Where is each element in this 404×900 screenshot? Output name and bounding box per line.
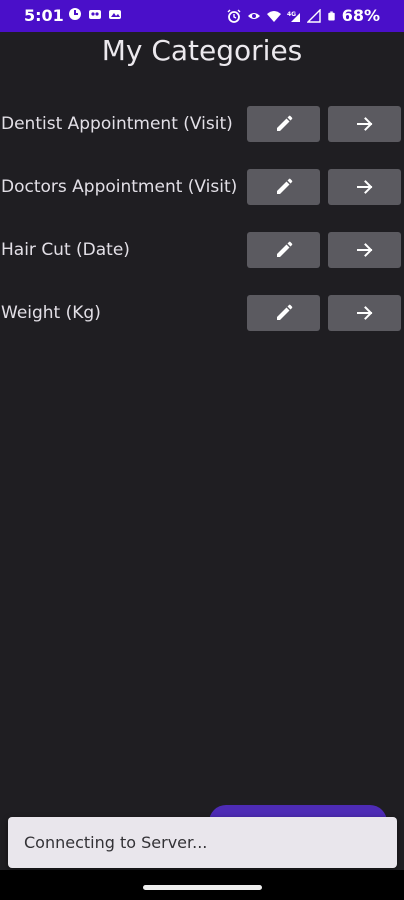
status-left-icons [68, 7, 122, 21]
open-category-button[interactable] [328, 295, 401, 331]
arrow-right-icon [356, 243, 372, 257]
photos-icon [89, 10, 101, 19]
network-label: 4G [287, 11, 296, 18]
open-category-button[interactable] [328, 232, 401, 268]
category-label: Dentist Appointment (Visit) [1, 114, 233, 134]
eye-icon [247, 12, 260, 19]
status-right: 4G 68% [227, 6, 380, 25]
signal-4g-icon: 4G [287, 11, 300, 22]
alarm-icon [227, 9, 241, 23]
open-category-button[interactable] [328, 106, 401, 142]
arrow-right-icon [356, 306, 372, 320]
snackbar: Connecting to Server... [8, 817, 397, 868]
wifi-icon [266, 10, 281, 22]
category-row: Doctors Appointment (Visit) [0, 169, 404, 205]
edit-category-button[interactable] [247, 232, 320, 268]
page-title: My Categories [101, 34, 303, 67]
category-row: Dentist Appointment (Visit) [0, 106, 404, 142]
category-row: Weight (Kg) [0, 295, 404, 331]
arrow-right-icon [356, 117, 372, 131]
photos-icon [109, 10, 121, 19]
edit-category-button[interactable] [247, 169, 320, 205]
system-nav-bar [0, 870, 404, 900]
pencil-icon [276, 178, 292, 194]
signal-icon [306, 8, 321, 23]
home-gesture-handle[interactable] [143, 885, 262, 890]
category-label: Doctors Appointment (Visit) [1, 177, 238, 197]
category-label: Weight (Kg) [1, 303, 101, 323]
pencil-icon [276, 115, 292, 131]
edit-category-button[interactable] [247, 106, 320, 142]
category-label: Hair Cut (Date) [1, 240, 130, 260]
edit-category-button[interactable] [247, 295, 320, 331]
status-bar: 5:01 4G 68% [0, 0, 404, 32]
open-category-button[interactable] [328, 169, 401, 205]
snackbar-message: Connecting to Server... [24, 833, 208, 852]
category-row: Hair Cut (Date) [0, 232, 404, 268]
data-saver-icon [69, 8, 81, 20]
battery-icon [327, 11, 335, 20]
pencil-icon [276, 241, 292, 257]
pencil-icon [276, 304, 292, 320]
battery-percent: 68% [341, 6, 380, 25]
status-time: 5:01 [24, 6, 64, 25]
arrow-right-icon [356, 180, 372, 194]
